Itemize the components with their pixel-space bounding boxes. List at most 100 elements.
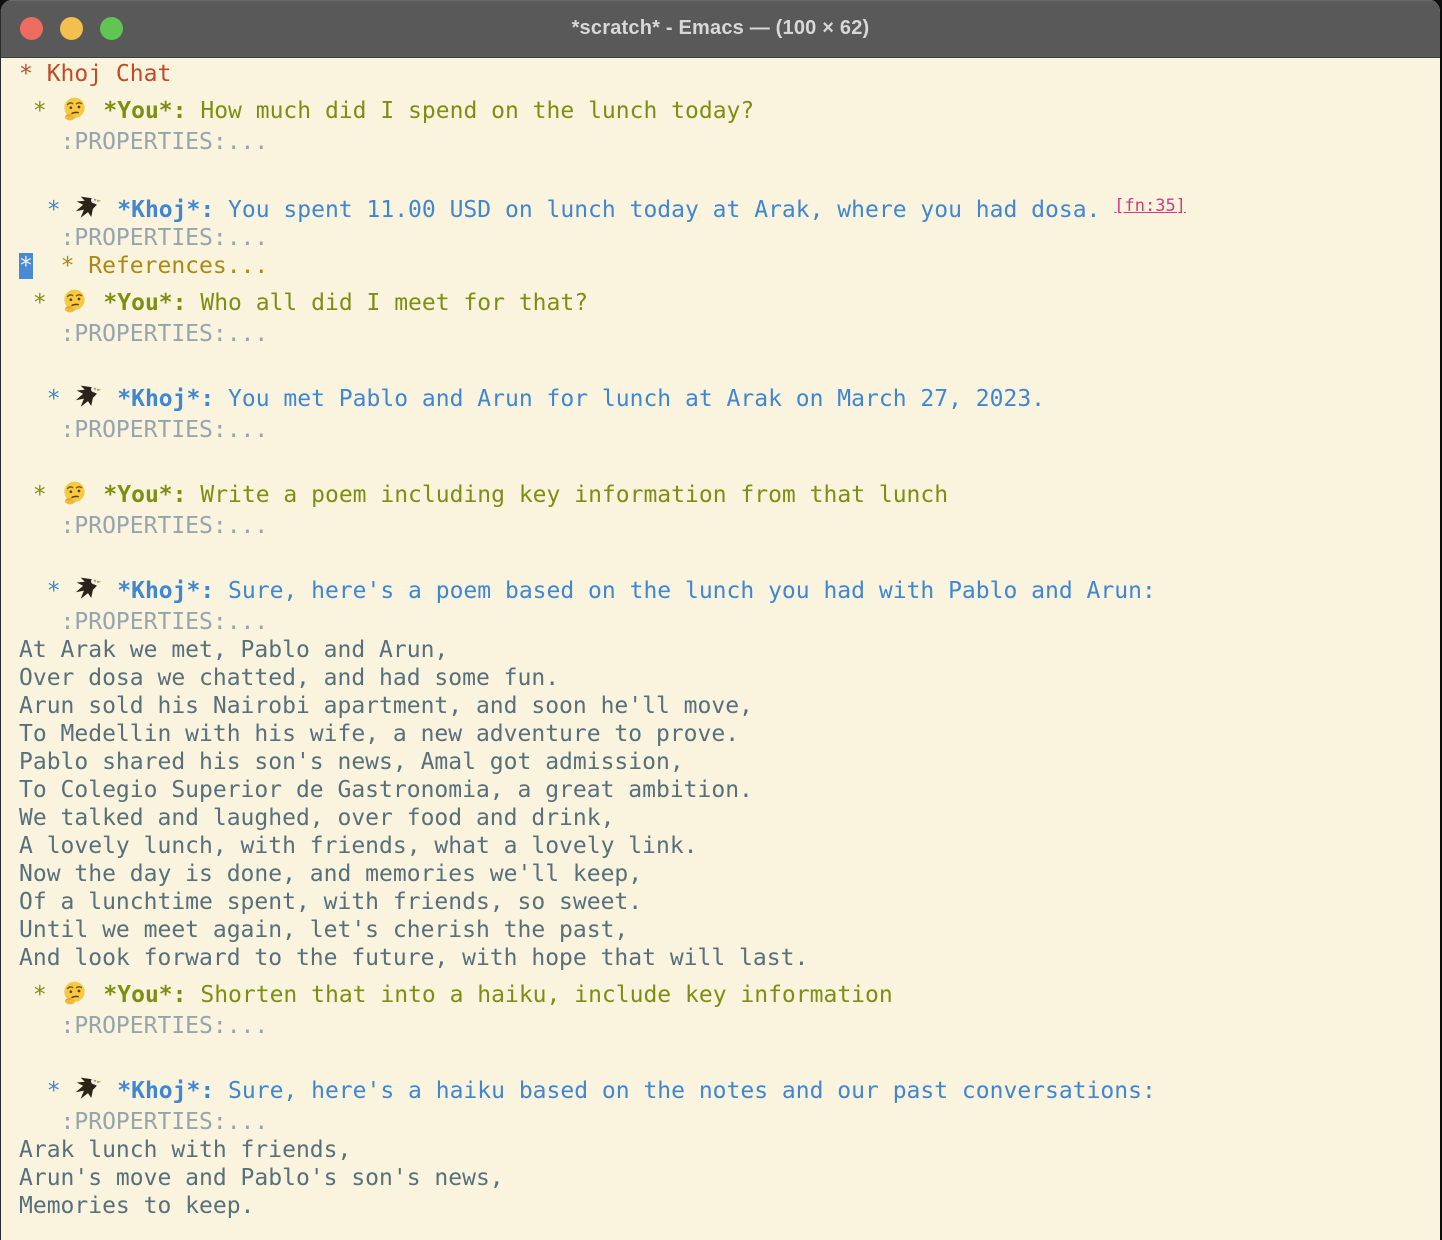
haiku-line: Arak lunch with friends,: [19, 1136, 1434, 1164]
you-message-text: Who all did I meet for that?: [187, 290, 589, 316]
properties-drawer: :PROPERTIES:...: [19, 416, 1434, 444]
properties-drawer: :PROPERTIES:...: [19, 608, 1434, 636]
poem-line: To Colegio Superior de Gastronomia, a gr…: [19, 776, 1434, 804]
khoj-chat-heading: * Khoj Chat: [19, 60, 1434, 88]
blank-line: [19, 348, 1434, 376]
references-heading-text: [33, 253, 61, 279]
you-message-text: *You*:: [103, 482, 186, 508]
blank-line: [19, 540, 1434, 568]
zoom-button[interactable]: [100, 17, 123, 40]
poem-line: We talked and laughed, over food and dri…: [19, 804, 1434, 832]
properties-drawer: :PROPERTIES:...: [19, 512, 1434, 540]
khoj-message: * *Khoj*: Sure, here's a haiku based on …: [19, 1068, 1434, 1108]
khoj-message-text: You spent 11.00 USD on lunch today at Ar…: [214, 197, 1114, 223]
khoj-message-text: You met Pablo and Arun for lunch at Arak…: [214, 386, 1045, 412]
minimize-button[interactable]: [60, 17, 83, 40]
properties-drawer-text: :PROPERTIES:...: [19, 129, 268, 155]
properties-drawer: :PROPERTIES:...: [19, 128, 1434, 156]
poem-line: And look forward to the future, with hop…: [19, 944, 1434, 972]
blank-line: [19, 1040, 1434, 1068]
properties-drawer: :PROPERTIES:...: [19, 1108, 1434, 1136]
khoj-message-text: *: [19, 386, 74, 412]
references-heading: * * References...: [19, 252, 1434, 280]
you-message-text: [90, 482, 104, 508]
you-message: * *You*: Write a poem including key info…: [19, 472, 1434, 512]
poem-line-text: Of a lunchtime spent, with friends, so s…: [19, 889, 642, 915]
you-message-text: [90, 98, 104, 124]
haiku-line: Memories to keep.: [19, 1192, 1434, 1220]
close-button[interactable]: [20, 17, 43, 40]
you-message-text: *: [19, 482, 61, 508]
properties-drawer-text: :PROPERTIES:...: [19, 225, 268, 251]
thinking-emoji-icon: [61, 480, 90, 506]
haiku-line-text: Arun's move and Pablo's son's news,: [19, 1165, 504, 1191]
poem-line: Over dosa we chatted, and had some fun.: [19, 664, 1434, 692]
khoj-message-text: *: [19, 197, 74, 223]
khoj-message-text: *Khoj*:: [117, 386, 214, 412]
khoj-message-text: [103, 1078, 117, 1104]
khoj-message-text: [103, 578, 117, 604]
properties-drawer-text: :PROPERTIES:...: [19, 609, 268, 635]
title-bar[interactable]: *scratch* - Emacs — (100 × 62): [1, 0, 1440, 58]
thinking-emoji-icon: [61, 288, 90, 314]
khoj-message-text: *: [19, 578, 74, 604]
buffer[interactable]: * Khoj Chat * *You*: How much did I spen…: [1, 58, 1440, 1240]
you-message-text: Shorten that into a haiku, include key i…: [187, 982, 893, 1008]
you-message-text: [90, 290, 104, 316]
eagle-emoji-icon: [74, 195, 103, 221]
emacs-window: *scratch* - Emacs — (100 × 62) * Khoj Ch…: [0, 0, 1442, 1240]
poem-line: Of a lunchtime spent, with friends, so s…: [19, 888, 1434, 916]
properties-drawer-text: :PROPERTIES:...: [19, 513, 268, 539]
properties-drawer-text: :PROPERTIES:...: [19, 1109, 268, 1135]
poem-line-text: Until we meet again, let's cherish the p…: [19, 917, 628, 943]
poem-line: A lovely lunch, with friends, what a lov…: [19, 832, 1434, 860]
khoj-message: * *Khoj*: You spent 11.00 USD on lunch t…: [19, 184, 1434, 224]
references-heading-text: * References...: [61, 253, 269, 279]
poem-line-text: To Medellin with his wife, a new adventu…: [19, 721, 739, 747]
you-message: * *You*: Who all did I meet for that?: [19, 280, 1434, 320]
window-controls: [20, 0, 123, 57]
properties-drawer: :PROPERTIES:...: [19, 224, 1434, 252]
you-message-text: *: [19, 98, 61, 124]
you-message: * *You*: Shorten that into a haiku, incl…: [19, 972, 1434, 1012]
footnote-link[interactable]: [fn:35]: [1114, 196, 1186, 216]
you-message-text: *: [19, 982, 61, 1008]
khoj-message: * *Khoj*: You met Pablo and Arun for lun…: [19, 376, 1434, 416]
poem-line: Now the day is done, and memories we'll …: [19, 860, 1434, 888]
khoj-chat-heading-text: * Khoj Chat: [19, 61, 171, 87]
thinking-emoji-icon: [61, 96, 90, 122]
poem-line: To Medellin with his wife, a new adventu…: [19, 720, 1434, 748]
you-message: * *You*: How much did I spend on the lun…: [19, 88, 1434, 128]
cursor: *: [19, 253, 33, 279]
thinking-emoji-icon: [61, 980, 90, 1006]
khoj-message-text: [103, 197, 117, 223]
khoj-message-text: [103, 386, 117, 412]
haiku-line-text: Memories to keep.: [19, 1193, 254, 1219]
khoj-message-text: *Khoj*:: [117, 197, 214, 223]
poem-line: Until we meet again, let's cherish the p…: [19, 916, 1434, 944]
poem-line-text: At Arak we met, Pablo and Arun,: [19, 637, 448, 663]
eagle-emoji-icon: [74, 1076, 103, 1102]
properties-drawer-text: :PROPERTIES:...: [19, 321, 268, 347]
poem-line: Pablo shared his son's news, Amal got ad…: [19, 748, 1434, 776]
eagle-emoji-icon: [74, 384, 103, 410]
window-title: *scratch* - Emacs — (100 × 62): [572, 17, 870, 40]
poem-line-text: Over dosa we chatted, and had some fun.: [19, 665, 559, 691]
properties-drawer-text: :PROPERTIES:...: [19, 1013, 268, 1039]
poem-line-text: Now the day is done, and memories we'll …: [19, 861, 642, 887]
poem-line-text: Arun sold his Nairobi apartment, and soo…: [19, 693, 753, 719]
khoj-message-text: *Khoj*:: [117, 578, 214, 604]
poem-line-text: A lovely lunch, with friends, what a lov…: [19, 833, 698, 859]
you-message-text: Write a poem including key information f…: [187, 482, 949, 508]
khoj-message-text: Sure, here's a poem based on the lunch y…: [214, 578, 1156, 604]
khoj-message-text: *Khoj*:: [117, 1078, 214, 1104]
properties-drawer-text: :PROPERTIES:...: [19, 417, 268, 443]
you-message-text: *You*:: [103, 982, 186, 1008]
poem-line-text: We talked and laughed, over food and dri…: [19, 805, 614, 831]
eagle-emoji-icon: [74, 576, 103, 602]
haiku-line-text: Arak lunch with friends,: [19, 1137, 351, 1163]
you-message-text: How much did I spend on the lunch today?: [187, 98, 755, 124]
poem-line: Arun sold his Nairobi apartment, and soo…: [19, 692, 1434, 720]
poem-line: At Arak we met, Pablo and Arun,: [19, 636, 1434, 664]
properties-drawer: :PROPERTIES:...: [19, 320, 1434, 348]
